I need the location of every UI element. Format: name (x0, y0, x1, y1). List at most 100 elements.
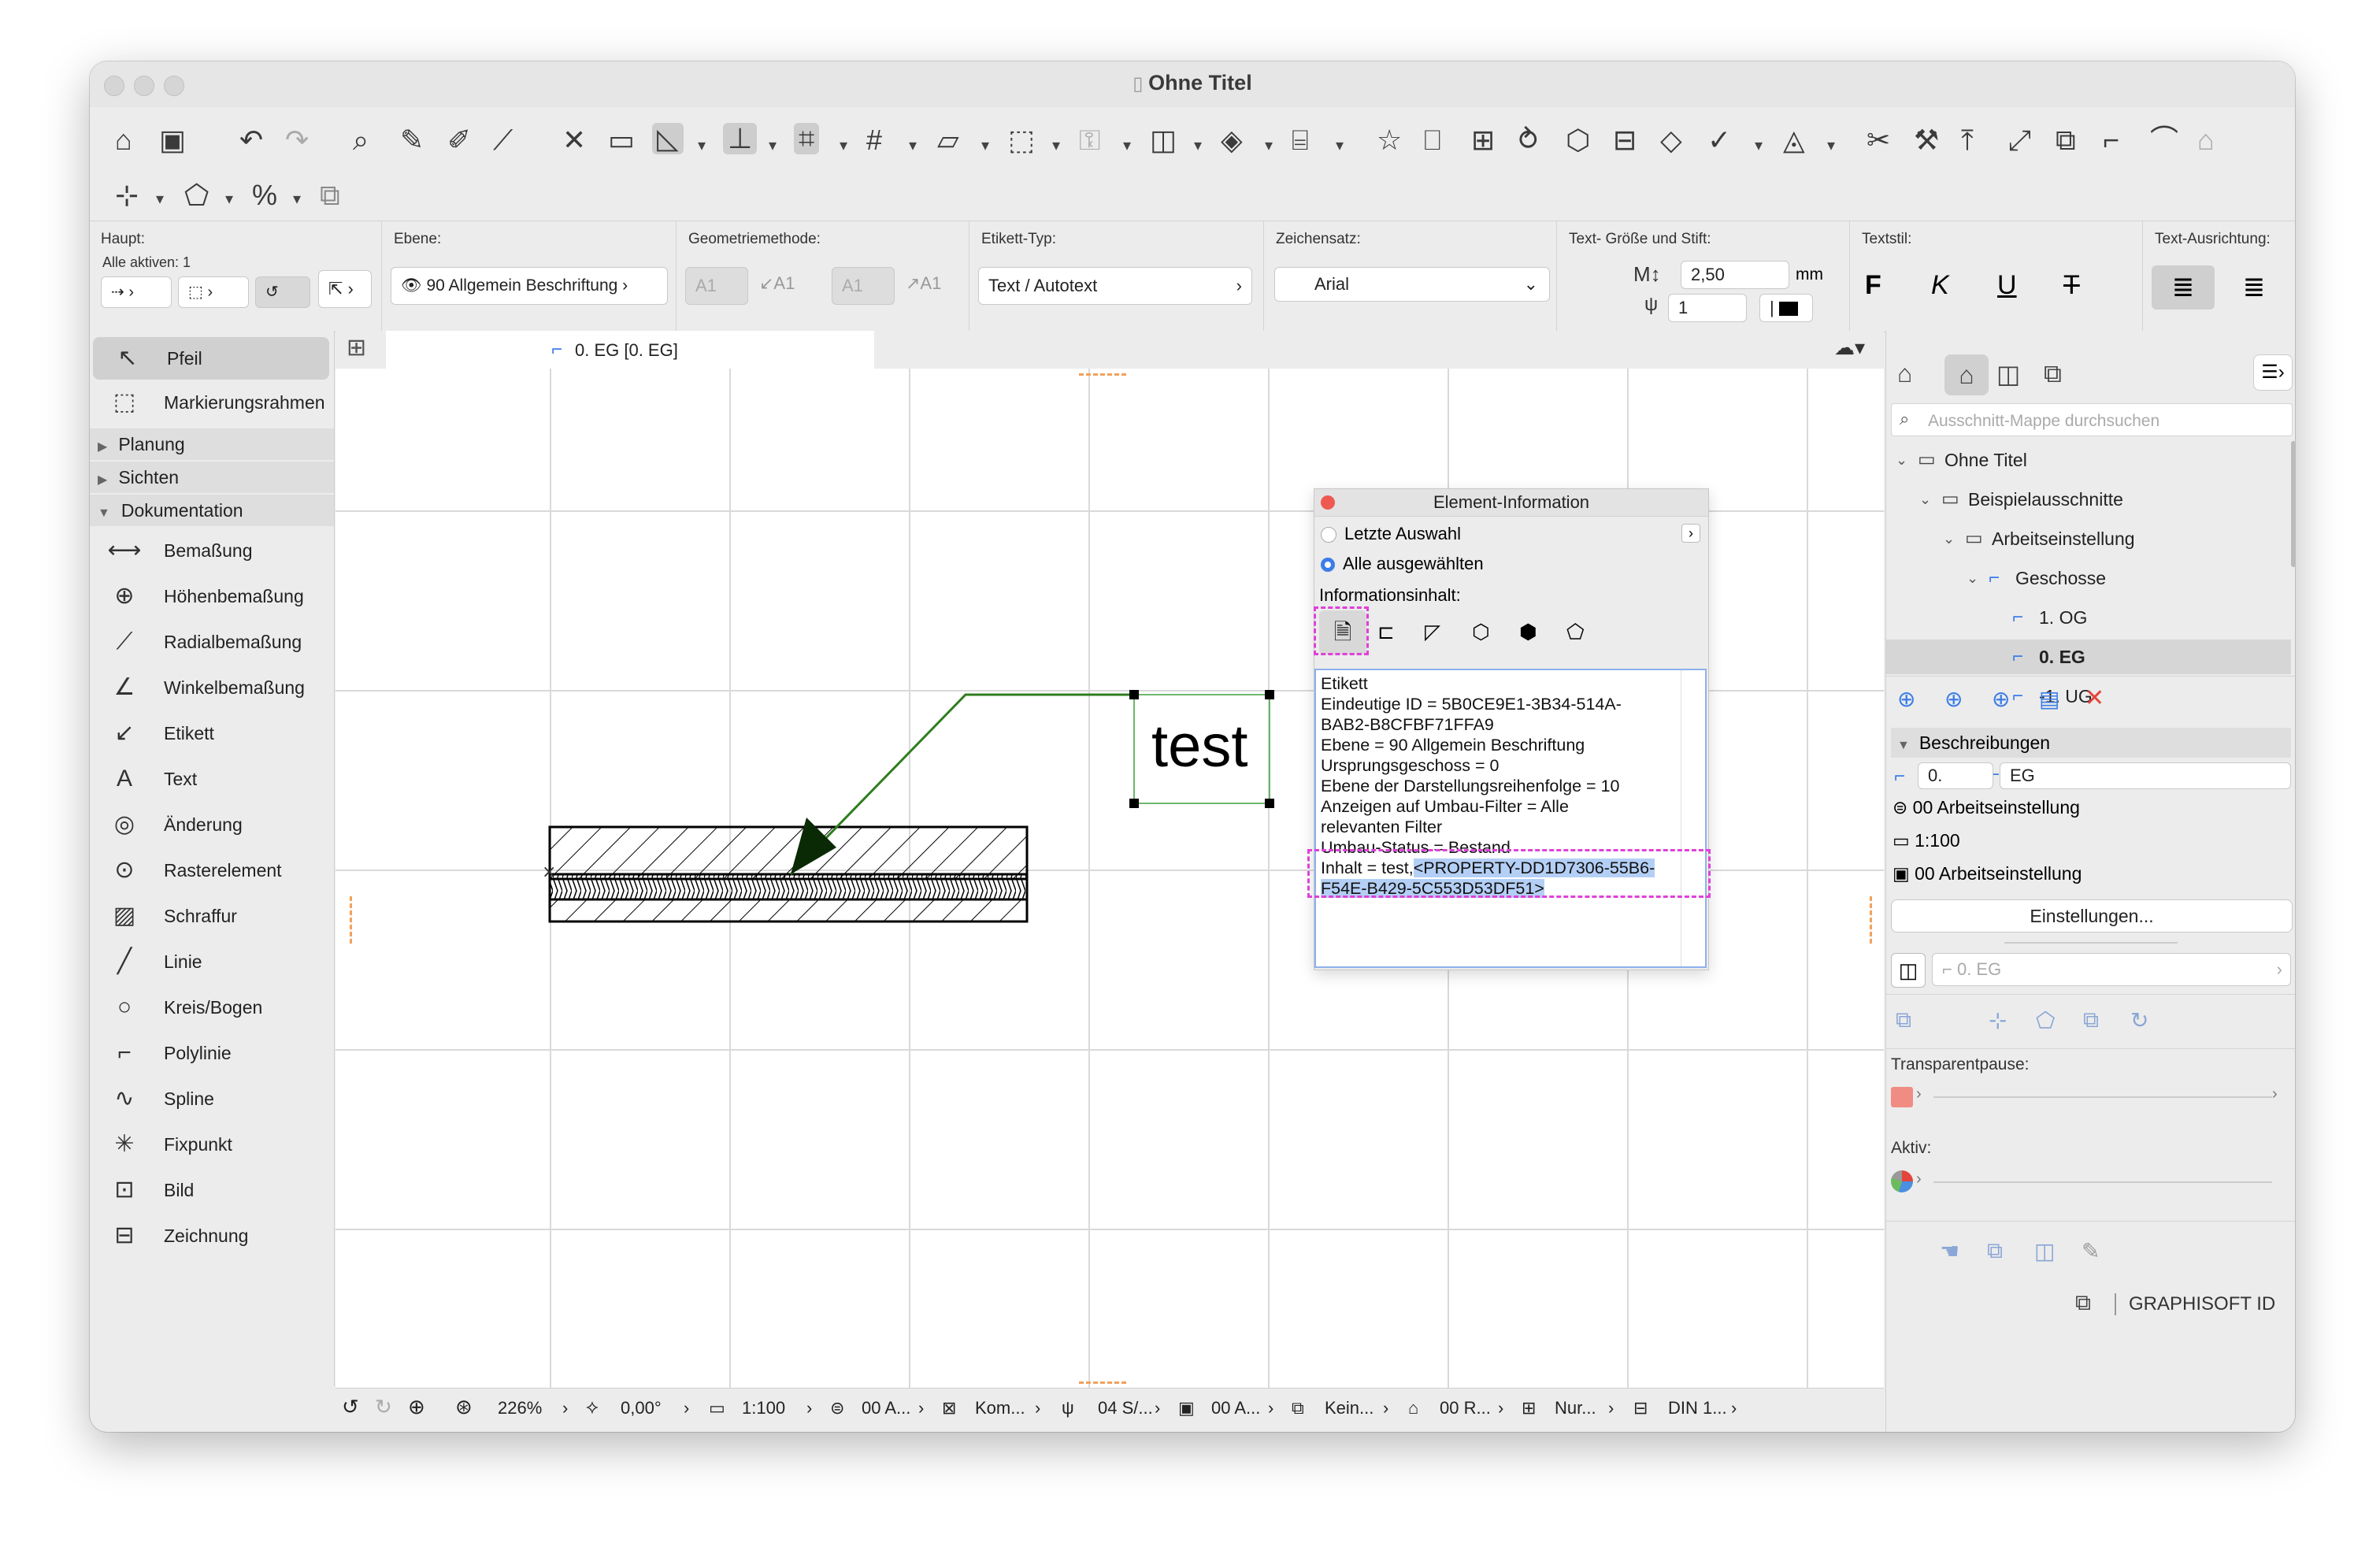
compare-icon[interactable]: ◫ (2034, 1238, 2055, 1264)
geometry-curve-icon[interactable]: ↗A1 (906, 273, 941, 294)
bold-button[interactable]: F (1865, 270, 1881, 301)
chevron-down-icon[interactable]: ▾ (981, 135, 989, 155)
fillet-icon[interactable]: ⌒ (2150, 126, 2178, 154)
ebene-select[interactable]: 👁 90 Allgemein Beschriftung › (391, 267, 668, 305)
tool-grid-element[interactable]: ⊙ Rasterelement (90, 849, 334, 892)
arrow-tool-button[interactable]: ⇱ › (318, 270, 372, 308)
selection-handle[interactable] (1129, 799, 1139, 808)
drawing-icon[interactable]: ⊞ (1471, 126, 1495, 154)
wall-element[interactable] (548, 825, 1029, 923)
swap-reference-icon[interactable]: ⧉ (2083, 1007, 2099, 1033)
model-view-row[interactable]: ▣ 00 Arbeitseinstellung (1893, 863, 2082, 884)
chevron-down-icon[interactable]: ▾ (1265, 135, 1273, 155)
magic-mode-button[interactable]: ↺ (255, 276, 310, 308)
chevron-down-icon[interactable]: ▾ (293, 189, 301, 209)
tree-scrollbar[interactable] (2291, 441, 2295, 567)
selection-handle[interactable] (1265, 799, 1274, 808)
chevron-down-icon[interactable]: ▾ (156, 189, 164, 209)
chevron-down-icon[interactable]: ⌄ (1967, 561, 1978, 595)
project-map-icon[interactable]: ⌂ (1897, 359, 1912, 388)
model-view-combination[interactable]: 00 A... (1211, 1398, 1260, 1418)
geometry-polyline-button[interactable]: A1 (832, 267, 895, 305)
scale-value[interactable]: 1:100 (742, 1398, 785, 1418)
graphisoft-id[interactable]: GRAPHISOFT ID (2129, 1293, 2275, 1315)
redo-view-icon[interactable]: ↻ (375, 1395, 392, 1419)
color-wheel-icon[interactable] (1891, 1170, 1913, 1192)
tool-fill[interactable]: ▨ Schraffur (90, 895, 334, 937)
transparency-color-swatch[interactable] (1891, 1087, 1913, 1107)
box-info-icon[interactable]: ⬡ (1472, 620, 1490, 644)
structure-icon[interactable]: ⌸ (1292, 126, 1309, 154)
scale-row[interactable]: ▭ 1:100 (1893, 830, 1960, 851)
save-icon[interactable]: ▣ (159, 126, 186, 154)
tree-item[interactable]: ⌄ ▭ Arbeitseinstellung (1886, 521, 2291, 556)
font-select[interactable]: Arial ⌄ (1274, 267, 1550, 302)
tree-item[interactable]: ⌐ 1. OG (1886, 600, 2291, 635)
rotate-reference-icon[interactable]: ⬠ (2036, 1007, 2055, 1033)
chevron-down-icon[interactable]: ⌄ (1896, 443, 1907, 477)
selection-handle[interactable] (1129, 690, 1139, 699)
pen-input[interactable]: 1 (1668, 294, 1747, 322)
palette-toggle-icon[interactable]: ⧉ (2075, 1290, 2091, 1316)
pen-color-swatch[interactable]: | (1759, 294, 1813, 322)
snap-icon[interactable]: ✕ (562, 126, 586, 154)
teamwork-icon[interactable]: ◬ (1783, 126, 1805, 154)
layer-combination-row[interactable]: ⊜ 00 Arbeitseinstellung (1893, 797, 2080, 818)
roof-icon[interactable]: ⌂ (2197, 126, 2215, 154)
tool-change[interactable]: ◎ Änderung (90, 803, 334, 846)
chevron-down-icon[interactable]: ⌄ (1943, 521, 1955, 556)
tab-0-eg[interactable]: ⌐ 0. EG [0. EG] (386, 331, 874, 369)
chevron-down-icon[interactable]: ▾ (1755, 135, 1763, 155)
align-justify-button[interactable]: ≣ (2222, 265, 2285, 310)
view-map-search[interactable]: ⌕ Ausschnitt-Mappe durchsuchen (1891, 403, 2293, 436)
etikett-typ-select[interactable]: Text / Autotext › (978, 267, 1252, 305)
scissors-icon[interactable]: ✂ (1867, 126, 1890, 154)
chevron-down-icon[interactable]: ▾ (698, 135, 706, 155)
hand-icon[interactable]: ☚ (1940, 1238, 1959, 1264)
info-text-area[interactable]: Etikett Eindeutige ID = 5B0CE9E1-3B34-514… (1314, 669, 1707, 968)
geometry-angled-icon[interactable]: ↙A1 (759, 273, 795, 294)
view-settings-icon[interactable]: ▤ (2039, 686, 2059, 712)
schedule-icon[interactable]: ⊟ (1613, 126, 1637, 154)
layout-icon[interactable]: ⎕ (1424, 126, 1441, 154)
syringe-icon[interactable]: ✐ (447, 126, 471, 154)
trace-icon[interactable]: ⥁ (1518, 126, 1538, 154)
relative-construction-icon[interactable]: ⌗ (794, 123, 820, 154)
strikethrough-button[interactable]: T (2063, 270, 2080, 301)
tool-level-dimension[interactable]: ⊕ Höhenbemaßung (90, 575, 334, 617)
publish-icon[interactable]: ⬡ (1566, 126, 1590, 154)
undo-icon[interactable]: ↶ (239, 126, 263, 154)
geometry-straight-button[interactable]: A1 (685, 267, 748, 305)
section-planung[interactable]: ▶ Planung (90, 428, 334, 460)
tree-item[interactable]: ⌄ ▭ Ohne Titel (1886, 443, 2291, 477)
clone-view-icon[interactable]: ⊕ (1944, 686, 1963, 712)
tool-circle[interactable]: ○ Kreis/Bogen (90, 986, 334, 1029)
section-dokumentation[interactable]: ▼ Dokumentation (90, 495, 334, 526)
new-folder-icon[interactable]: ⊕ (1992, 686, 2010, 712)
layer-combination[interactable]: 00 A... (862, 1398, 910, 1418)
chevron-down-icon[interactable]: ▾ (1194, 135, 1202, 155)
tool-drawing[interactable]: ⊟ Zeichnung (90, 1214, 334, 1257)
construction-plane-icon[interactable]: ▱ (937, 126, 959, 154)
tool-text[interactable]: A Text (90, 758, 334, 800)
transparency-slider[interactable] (1933, 1096, 2272, 1098)
chevron-down-icon[interactable]: ▾ (1052, 135, 1060, 155)
section-sichten[interactable]: ▶ Sichten (90, 462, 334, 493)
trace-reference-icon[interactable]: ⧉ (1896, 1007, 1911, 1033)
save-view-icon[interactable]: ⊕ (1897, 686, 1915, 712)
underline-button[interactable]: U (1997, 270, 2017, 301)
structure-display[interactable]: Nur... (1555, 1398, 1596, 1418)
chevron-down-icon[interactable]: ▾ (909, 135, 917, 155)
hammer-icon[interactable]: ⚒ (1914, 126, 1939, 154)
section-beschreibungen[interactable]: ▼ Beschreibungen (1891, 728, 2291, 758)
einstellungen-button[interactable]: Einstellungen... (1891, 899, 2293, 933)
duplicate-icon[interactable]: ⧉ (320, 181, 340, 210)
edit-icon[interactable]: ✎ (2082, 1238, 2100, 1264)
tool-spline[interactable]: ∿ Spline (90, 1077, 334, 1120)
resize-icon[interactable]: ⤢ (2008, 126, 2031, 154)
3d-view-icon[interactable]: ◈ (1221, 126, 1243, 154)
geometry-info-icon[interactable]: ◸ (1425, 620, 1440, 644)
tool-hotspot[interactable]: ✳ Fixpunkt (90, 1123, 334, 1166)
view-map-icon[interactable]: ⌂ (1944, 354, 1989, 395)
corner-icon[interactable]: ⌐ (2103, 126, 2119, 154)
